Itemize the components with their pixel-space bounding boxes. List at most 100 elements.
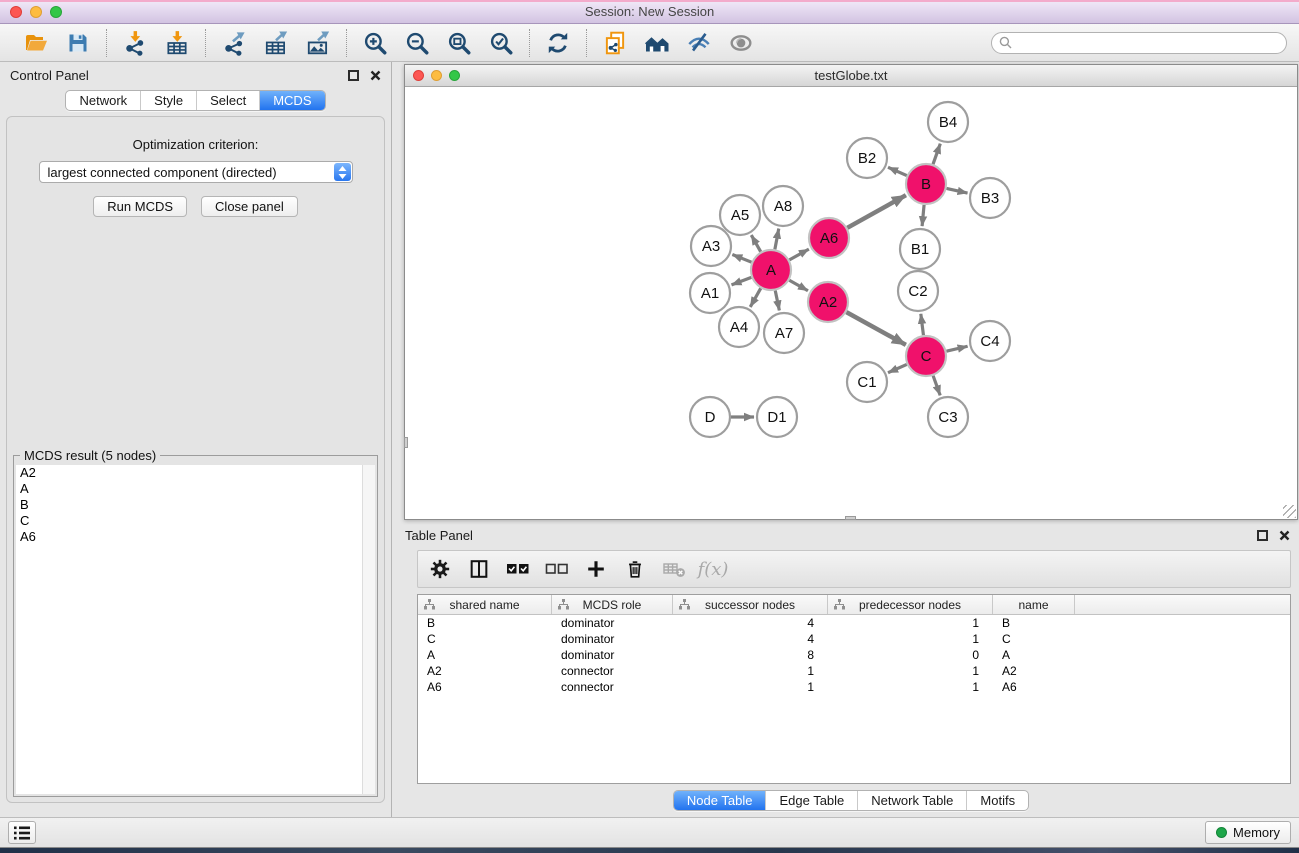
hide-graphics-details-button[interactable] [678,26,720,60]
run-mcds-button[interactable]: Run MCDS [93,196,187,217]
edge-C-C1[interactable] [888,364,907,372]
network-canvas[interactable]: B4B2BB3A8A5A6A3B1AC2A1A2A4A7C4CC1C3DD1 [405,87,1297,519]
open-file-button[interactable] [15,26,57,60]
deselect-all-button[interactable] [545,557,569,581]
table-row[interactable]: A2connector11A2 [418,663,1290,679]
cell-name: A [993,648,1075,662]
mcds-result-item[interactable]: A6 [16,529,375,545]
mcds-result-item[interactable]: A [16,481,375,497]
select-all-button[interactable] [506,557,530,581]
cell-MCDS-role: connector [552,664,673,678]
save-session-button[interactable] [57,26,99,60]
export-table-button[interactable] [255,26,297,60]
edge-A6-B[interactable] [847,195,906,228]
mcds-result-item[interactable]: C [16,513,375,529]
right-column: testGlobe.txt B4B2BB3A8A5A6A3B1AC2A1A2A4… [392,62,1299,817]
edge-A2-C[interactable] [846,312,905,345]
edge-A-A6[interactable] [789,249,808,260]
column-header-predecessor-nodes[interactable]: predecessor nodes [828,595,993,614]
mcds-result-list[interactable]: A2ABCA6 [16,465,375,794]
edge-C-C4[interactable] [946,346,967,351]
add-button[interactable] [584,557,608,581]
network-window-titlebar[interactable]: testGlobe.txt [405,65,1297,87]
mcds-result-item[interactable]: A2 [16,465,375,481]
export-image-button[interactable] [297,26,339,60]
tab-style[interactable]: Style [140,91,196,110]
search-box[interactable] [991,32,1287,54]
minimize-window-button[interactable] [30,6,42,18]
edge-C-C2[interactable] [921,314,924,335]
show-graphics-details-button[interactable] [720,26,762,60]
edge-B-B2[interactable] [888,167,907,175]
network-minimize-button[interactable] [431,70,442,81]
column-header-successor-nodes[interactable]: successor nodes [673,595,828,614]
toolbar-group [587,26,769,60]
import-table-button[interactable] [156,26,198,60]
export-network-button[interactable] [213,26,255,60]
refresh-button[interactable] [537,26,579,60]
table-tab-network-table[interactable]: Network Table [857,791,966,810]
float-table-panel-icon[interactable] [1257,530,1268,541]
edge-C-C3[interactable] [933,376,940,396]
close-table-panel-icon[interactable] [1279,530,1290,541]
edge-A-A8[interactable] [775,229,779,250]
column-header-shared-name[interactable]: shared name [418,595,552,614]
resize-grip-bottom[interactable] [845,516,856,520]
window-titlebar[interactable]: Session: New Session [0,0,1299,24]
table-panel-titlebar[interactable]: Table Panel [404,523,1298,547]
zoom-out-button[interactable] [396,26,438,60]
float-panel-icon[interactable] [348,70,359,81]
table-row[interactable]: Adominator80A [418,647,1290,663]
tab-select[interactable]: Select [196,91,259,110]
column-header-MCDS-role[interactable]: MCDS role [552,595,673,614]
network-zoom-button[interactable] [449,70,460,81]
network-close-button[interactable] [413,70,424,81]
optimization-criterion-dropdown[interactable]: largest connected component (directed) [39,161,353,183]
column-header-name[interactable]: name [993,595,1075,614]
edge-A-A3[interactable] [732,255,751,263]
mcds-result-item[interactable]: B [16,497,375,513]
resize-grip-icon[interactable] [1283,505,1296,518]
table-row[interactable]: Cdominator41C [418,631,1290,647]
task-history-button[interactable] [8,821,36,844]
edge-A-A7[interactable] [775,291,779,311]
zoom-in-button[interactable] [354,26,396,60]
home-button[interactable] [636,26,678,60]
zoom-window-button[interactable] [50,6,62,18]
table-tab-edge-table[interactable]: Edge Table [765,791,857,810]
table-tab-node-table[interactable]: Node Table [674,791,766,810]
search-input[interactable] [1017,36,1279,50]
edge-B-B1[interactable] [922,205,924,226]
import-network-button[interactable] [114,26,156,60]
cell-shared-name: A2 [418,664,552,678]
zoom-selected-button[interactable] [480,26,522,60]
edge-A-A4[interactable] [750,288,760,307]
network-window-controls [413,70,460,81]
table-tab-motifs[interactable]: Motifs [966,791,1028,810]
delete-button[interactable] [623,557,647,581]
edge-B-B4[interactable] [933,144,940,165]
settings-gear-button[interactable] [428,557,452,581]
close-panel-button[interactable]: Close panel [201,196,298,217]
close-panel-icon[interactable] [370,70,381,81]
control-panel-titlebar[interactable]: Control Panel [0,62,391,88]
close-window-button[interactable] [10,6,22,18]
node-label-A7: A7 [775,325,793,342]
memory-button[interactable]: Memory [1205,821,1291,844]
edge-A-A2[interactable] [789,280,808,290]
column-header-label: MCDS role [583,598,642,612]
tab-mcds[interactable]: MCDS [259,91,324,110]
memory-button-label: Memory [1233,825,1280,840]
edge-B-B3[interactable] [947,188,968,193]
resize-grip-left[interactable] [404,437,408,448]
result-list-scrollbar[interactable] [362,465,375,794]
new-network-from-file-button[interactable] [594,26,636,60]
table-row[interactable]: Bdominator41B [418,615,1290,631]
columns-button[interactable] [467,557,491,581]
tab-network[interactable]: Network [66,91,140,110]
table-row[interactable]: A6connector11A6 [418,679,1290,695]
edge-A-A1[interactable] [732,277,752,284]
edge-A-A5[interactable] [751,235,760,252]
network-window-title: testGlobe.txt [405,68,1297,83]
zoom-fit-button[interactable] [438,26,480,60]
